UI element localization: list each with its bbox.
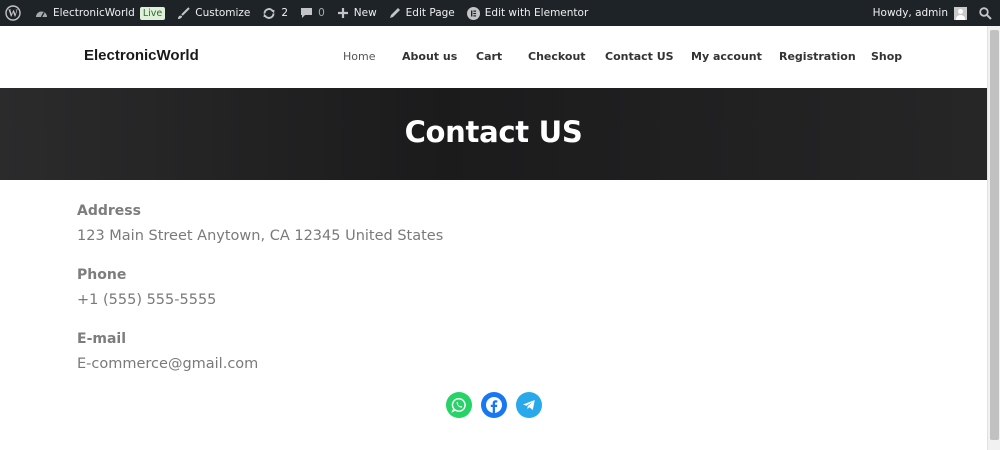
customize-button[interactable]: Customize [171,0,256,26]
nav-item-registration[interactable]: Registration [779,50,856,63]
nav-item-cart[interactable]: Cart [476,50,502,63]
comment-icon [300,7,313,19]
site-name-label: ElectronicWorld [53,7,135,19]
wordpress-icon: W [5,5,21,21]
elementor-icon [466,6,480,20]
telegram-link[interactable] [516,392,542,418]
scrollbar-thumb[interactable] [990,30,999,440]
nav-item-checkout[interactable]: Checkout [528,50,586,63]
facebook-link[interactable] [481,392,507,418]
nav-item-shop[interactable]: Shop [871,50,902,63]
howdy-label: Howdy, admin [872,7,948,19]
nav-item-contact-us[interactable]: Contact US [605,50,674,63]
wordpress-logo-button[interactable]: W [0,0,29,26]
address-value: 123 Main Street Anytown, CA 12345 United… [77,228,444,244]
nav-item-home[interactable]: Home [343,50,375,63]
avatar [954,6,967,20]
site-title-link[interactable]: ElectronicWorld [84,47,199,64]
facebook-icon [486,397,502,413]
comments-button[interactable]: 0 [294,0,331,26]
edit-page-button[interactable]: Edit Page [383,0,461,26]
phone-value: +1 (555) 555-5555 [77,292,217,308]
nav-item-my-account[interactable]: My account [691,50,762,63]
edit-elementor-label: Edit with Elementor [484,7,589,19]
email-label: E-mail [77,331,127,347]
phone-label: Phone [77,267,127,283]
whatsapp-link[interactable] [446,392,472,418]
site-name-menu[interactable]: ElectronicWorld Live [29,0,171,26]
new-content-button[interactable]: New [331,0,383,26]
new-label: New [353,7,377,19]
edit-page-label: Edit Page [405,7,455,19]
admin-bar-secondary: Howdy, admin [867,0,1000,26]
comments-count: 0 [318,7,325,19]
email-value: E-commerce@gmail.com [77,356,259,372]
nav-item-about-us[interactable]: About us [402,50,457,63]
site-header: ElectronicWorld Home About us Cart Check… [0,26,987,88]
svg-text:W: W [8,9,18,20]
page-hero-banner: Contact US [0,88,987,180]
dashboard-icon [35,7,48,19]
updates-count: 2 [281,7,289,19]
admin-search-button[interactable] [973,0,1000,26]
customize-label: Customize [195,7,251,19]
page-title: Contact US [404,115,583,149]
address-label: Address [77,203,141,219]
plus-icon [337,7,349,19]
admin-bar: W ElectronicWorld Live Customize 2 0 New [0,0,1000,26]
edit-with-elementor-button[interactable]: Edit with Elementor [461,0,595,26]
telegram-icon [523,400,535,410]
search-icon [979,6,992,20]
updates-button[interactable]: 2 [256,0,294,26]
paintbrush-icon [177,6,190,20]
updates-icon [262,7,276,20]
pencil-icon [389,7,401,19]
live-badge: Live [139,6,166,20]
my-account-menu[interactable]: Howdy, admin [867,0,973,26]
page-scrollbar[interactable] [987,26,1000,450]
whatsapp-icon [451,398,466,413]
